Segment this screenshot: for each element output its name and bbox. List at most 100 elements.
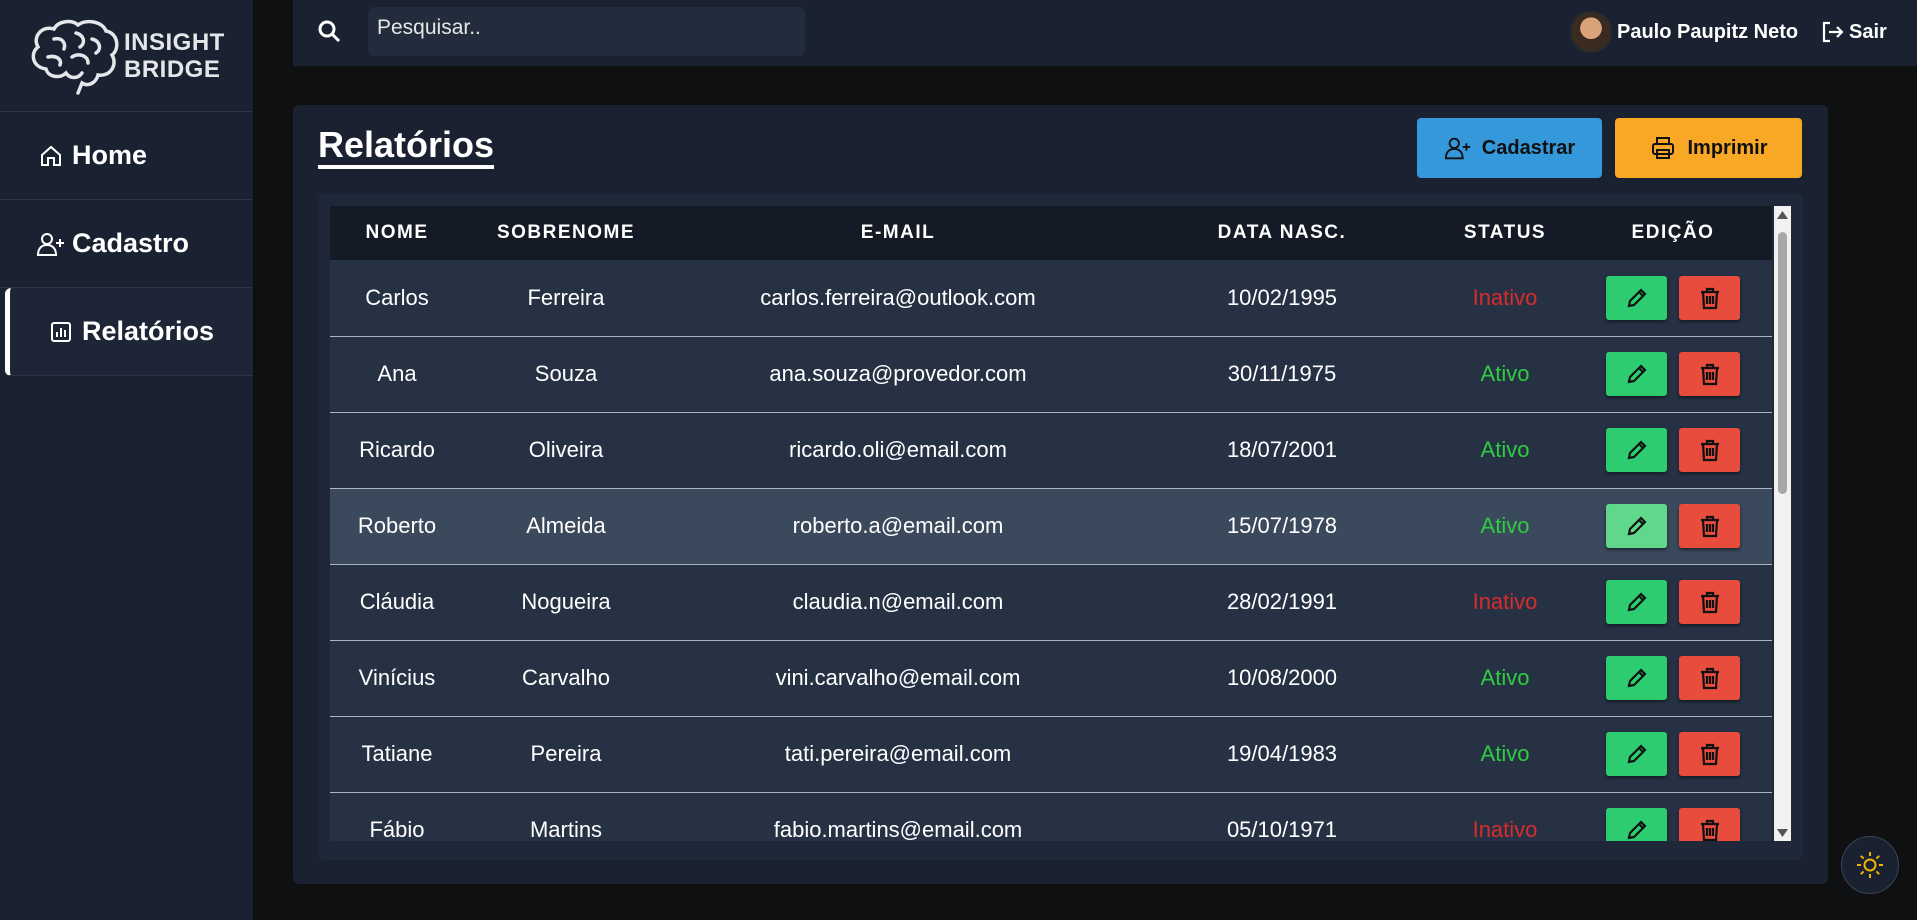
- trash-icon: [1700, 667, 1719, 690]
- table-row[interactable]: Ana Souza ana.souza@provedor.com 30/11/1…: [330, 336, 1772, 412]
- header-data-nasc[interactable]: DATA NASC.: [1128, 206, 1436, 260]
- cell-status: Inativo: [1472, 817, 1538, 841]
- edit-button[interactable]: [1606, 504, 1667, 548]
- print-button[interactable]: Imprimir: [1615, 118, 1802, 178]
- cell-status: Inativo: [1472, 589, 1538, 614]
- reports-table: NOME SOBRENOME E-MAIL DATA NASC. STATUS …: [330, 206, 1772, 841]
- brand-logo[interactable]: INSIGHT BRIDGE: [0, 0, 253, 112]
- scroll-down-arrow-icon[interactable]: [1774, 824, 1791, 841]
- table-row[interactable]: Tatiane Pereira tati.pereira@email.com 1…: [330, 716, 1772, 792]
- sidebar-item-label: Home: [72, 140, 148, 170]
- pencil-icon: [1627, 364, 1647, 384]
- page-title: Relatórios: [318, 125, 495, 169]
- scroll-thumb[interactable]: [1778, 232, 1787, 494]
- delete-button[interactable]: [1679, 732, 1740, 776]
- cell-email: vini.carvalho@email.com: [775, 665, 1021, 690]
- header-nome[interactable]: NOME: [330, 206, 464, 260]
- table-row[interactable]: Vinícius Carvalho vini.carvalho@email.co…: [330, 640, 1772, 716]
- logout-button[interactable]: Sair: [1820, 19, 1887, 45]
- delete-button[interactable]: [1679, 580, 1740, 624]
- cell-status: Inativo: [1472, 284, 1538, 310]
- reports-panel: Relatórios Cadastrar Imprimir NOME SOBRE…: [293, 105, 1828, 884]
- trash-icon: [1700, 819, 1719, 841]
- cell-email: carlos.ferreira@outlook.com: [760, 284, 1036, 310]
- cell-status: Ativo: [1480, 513, 1530, 538]
- delete-button[interactable]: [1679, 656, 1740, 700]
- delete-button[interactable]: [1679, 808, 1740, 841]
- edit-button[interactable]: [1606, 275, 1667, 320]
- cell-nome: Vinícius: [358, 665, 436, 690]
- delete-button[interactable]: [1679, 428, 1740, 472]
- cell-data-nasc: 15/07/1978: [1226, 513, 1338, 538]
- search-icon[interactable]: [316, 18, 344, 46]
- sidebar-item-cadastro[interactable]: Cadastro: [0, 200, 253, 288]
- scroll-up-arrow-icon[interactable]: [1774, 206, 1791, 223]
- cell-data-nasc: 28/02/1991: [1226, 589, 1338, 614]
- edit-button[interactable]: [1606, 580, 1667, 624]
- cell-status: Ativo: [1480, 361, 1530, 386]
- header-sobrenome[interactable]: SOBRENOME: [464, 206, 668, 260]
- register-label: Cadastrar: [1481, 136, 1576, 159]
- user-profile[interactable]: Paulo Paupitz Neto: [1570, 11, 1798, 53]
- header-email[interactable]: E-MAIL: [668, 206, 1128, 260]
- cell-data-nasc: 18/07/2001: [1226, 437, 1338, 462]
- edit-button[interactable]: [1606, 808, 1667, 841]
- cell-edicao: [1574, 792, 1772, 841]
- table-row[interactable]: Roberto Almeida roberto.a@email.com 15/0…: [330, 488, 1772, 564]
- cell-nome: Tatiane: [361, 741, 433, 766]
- cell-nome: Ricardo: [359, 437, 435, 462]
- cell-edicao: [1574, 640, 1772, 716]
- logout-icon: [1822, 21, 1844, 43]
- brand-name: INSIGHT BRIDGE: [124, 29, 225, 83]
- table-row[interactable]: Ricardo Oliveira ricardo.oli@email.com 1…: [330, 412, 1772, 488]
- cell-edicao: [1574, 716, 1772, 792]
- sidebar-item-home[interactable]: Home: [0, 112, 253, 200]
- cell-nome: Ana: [377, 361, 417, 386]
- edit-button[interactable]: [1606, 656, 1667, 700]
- table-scroll-area[interactable]: NOME SOBRENOME E-MAIL DATA NASC. STATUS …: [330, 206, 1772, 841]
- cell-status: Ativo: [1480, 437, 1530, 462]
- table-scrollbar[interactable]: [1774, 206, 1791, 841]
- cell-sobrenome: Pereira: [530, 741, 602, 766]
- table-row[interactable]: Cláudia Nogueira claudia.n@email.com 28/…: [330, 564, 1772, 640]
- cell-nome: Carlos: [365, 284, 429, 310]
- delete-button[interactable]: [1679, 504, 1740, 548]
- pencil-icon: [1627, 288, 1647, 308]
- cell-data-nasc: 30/11/1975: [1227, 361, 1337, 386]
- header-status[interactable]: STATUS: [1436, 206, 1574, 260]
- cell-status: Ativo: [1480, 665, 1530, 690]
- cell-email: ana.souza@provedor.com: [769, 361, 1027, 386]
- edit-button[interactable]: [1606, 352, 1667, 396]
- delete-button[interactable]: [1679, 275, 1740, 320]
- logout-label: Sair: [1849, 20, 1887, 43]
- trash-icon: [1700, 515, 1719, 538]
- cell-sobrenome: Carvalho: [521, 665, 611, 690]
- register-button[interactable]: Cadastrar: [1417, 118, 1602, 178]
- trash-icon: [1700, 439, 1719, 462]
- edit-button[interactable]: [1606, 428, 1667, 472]
- cell-edicao: [1574, 336, 1772, 412]
- pencil-icon: [1627, 516, 1647, 536]
- cell-email: ricardo.oli@email.com: [789, 437, 1007, 462]
- cell-nome: Cláudia: [359, 589, 435, 614]
- cell-sobrenome: Nogueira: [521, 589, 611, 614]
- sidebar: INSIGHT BRIDGE Home Cadastro Relatórios: [0, 0, 254, 920]
- pencil-icon: [1627, 592, 1647, 612]
- cell-data-nasc: 10/02/1995: [1226, 284, 1338, 310]
- table-row[interactable]: Fábio Martins fabio.martins@email.com 05…: [330, 792, 1772, 841]
- cell-data-nasc: 10/08/2000: [1226, 665, 1338, 690]
- table-row[interactable]: Carlos Ferreira carlos.ferreira@outlook.…: [330, 260, 1772, 336]
- theme-toggle-button[interactable]: [1841, 836, 1899, 894]
- avatar[interactable]: [1570, 11, 1612, 53]
- delete-button[interactable]: [1679, 352, 1740, 396]
- trash-icon: [1700, 743, 1719, 766]
- search-input[interactable]: [368, 7, 805, 56]
- sidebar-item-relatorios[interactable]: Relatórios: [5, 288, 253, 376]
- trash-icon: [1700, 591, 1719, 614]
- edit-button[interactable]: [1606, 732, 1667, 776]
- chart-icon: [46, 317, 76, 347]
- cell-data-nasc: 19/04/1983: [1226, 741, 1338, 766]
- cell-nome: Fábio: [369, 817, 425, 841]
- cell-sobrenome: Souza: [534, 361, 598, 386]
- cell-sobrenome: Almeida: [526, 513, 606, 538]
